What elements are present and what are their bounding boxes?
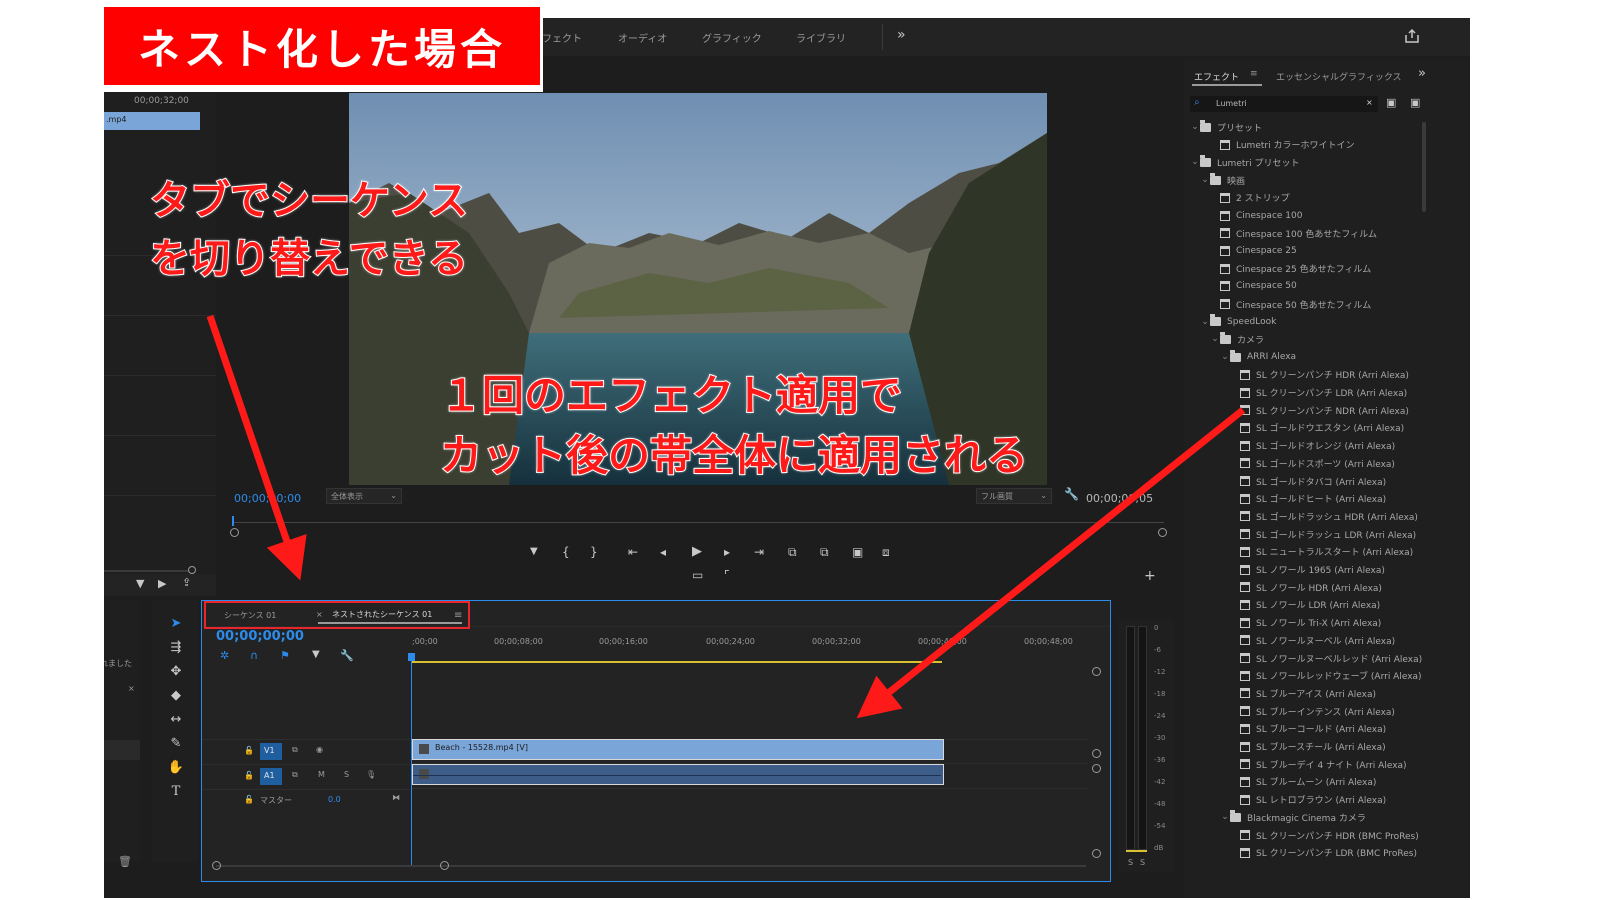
arrow-to-tabs: [206, 314, 307, 581]
annotation-arrows: [206, 314, 1246, 719]
arrow-to-preset: [856, 407, 1246, 719]
